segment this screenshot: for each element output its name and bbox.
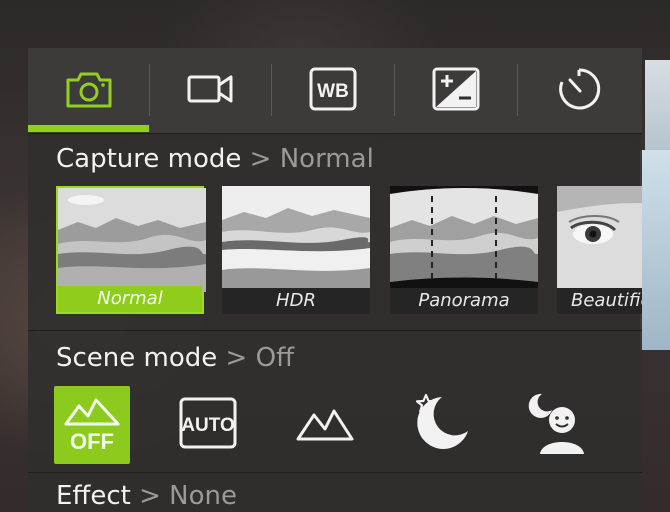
capture-mode-option-hdr[interactable]: HDR bbox=[222, 186, 370, 314]
background-monitor bbox=[645, 60, 670, 150]
scene-auto-icon: AUTO bbox=[178, 396, 238, 454]
section-divider bbox=[28, 330, 642, 331]
camera-icon bbox=[64, 68, 114, 114]
capture-mode-carousel[interactable]: Normal HDR Panorama Beautifi bbox=[56, 186, 642, 314]
capture-mode-option-beautification[interactable]: Beautification bbox=[557, 186, 642, 314]
scene-option-off[interactable]: OFF bbox=[54, 386, 130, 464]
selected-tab-indicator bbox=[28, 125, 149, 132]
landscape-icon bbox=[294, 403, 354, 447]
scene-off-icon: OFF bbox=[62, 392, 122, 458]
video-icon bbox=[185, 69, 237, 113]
capture-mode-header: Capture mode > Normal bbox=[56, 144, 374, 174]
scene-option-auto[interactable]: AUTO bbox=[170, 386, 246, 464]
thumb-label: Beautification bbox=[557, 288, 642, 314]
scene-option-night-portrait[interactable] bbox=[520, 386, 596, 464]
tab-camera-settings[interactable] bbox=[28, 48, 150, 133]
capture-mode-option-panorama[interactable]: Panorama bbox=[390, 186, 538, 314]
scene-option-night[interactable] bbox=[402, 386, 478, 464]
section-divider bbox=[28, 472, 642, 473]
tab-self-timer[interactable] bbox=[518, 48, 640, 133]
svg-text:OFF: OFF bbox=[70, 429, 114, 454]
effect-separator: > bbox=[139, 481, 161, 511]
scene-option-landscape[interactable] bbox=[286, 386, 362, 464]
white-balance-icon: WB bbox=[308, 66, 358, 116]
capture-mode-value: Normal bbox=[279, 144, 374, 174]
capture-mode-title: Capture mode bbox=[56, 144, 242, 174]
capture-mode-option-normal[interactable]: Normal bbox=[56, 186, 206, 314]
scene-mode-value: Off bbox=[255, 343, 294, 373]
effect-value: None bbox=[169, 481, 237, 511]
thumb-label: Normal bbox=[58, 286, 202, 312]
thumb-label: HDR bbox=[222, 288, 370, 314]
thumb-label: Panorama bbox=[390, 288, 538, 314]
background-monitor-lower bbox=[640, 150, 670, 350]
timer-icon bbox=[554, 64, 604, 118]
tab-exposure[interactable] bbox=[395, 48, 517, 133]
night-portrait-icon bbox=[526, 390, 590, 460]
svg-text:WB: WB bbox=[317, 81, 349, 102]
exposure-icon bbox=[431, 66, 481, 116]
effect-header: Effect > None bbox=[56, 481, 237, 511]
camera-settings-panel: WB Capture mode > Normal Normal HDR Pano… bbox=[28, 48, 642, 512]
scene-mode-separator: > bbox=[225, 343, 248, 373]
tab-white-balance[interactable]: WB bbox=[272, 48, 394, 133]
tab-video-settings[interactable] bbox=[150, 48, 272, 133]
settings-tab-bar: WB bbox=[28, 48, 642, 134]
scene-mode-title: Scene mode bbox=[56, 343, 218, 373]
svg-text:AUTO: AUTO bbox=[181, 415, 234, 436]
scene-mode-header: Scene mode > Off bbox=[56, 343, 294, 373]
effect-title: Effect bbox=[56, 481, 131, 511]
capture-mode-separator: > bbox=[249, 144, 272, 174]
night-icon bbox=[408, 391, 472, 459]
